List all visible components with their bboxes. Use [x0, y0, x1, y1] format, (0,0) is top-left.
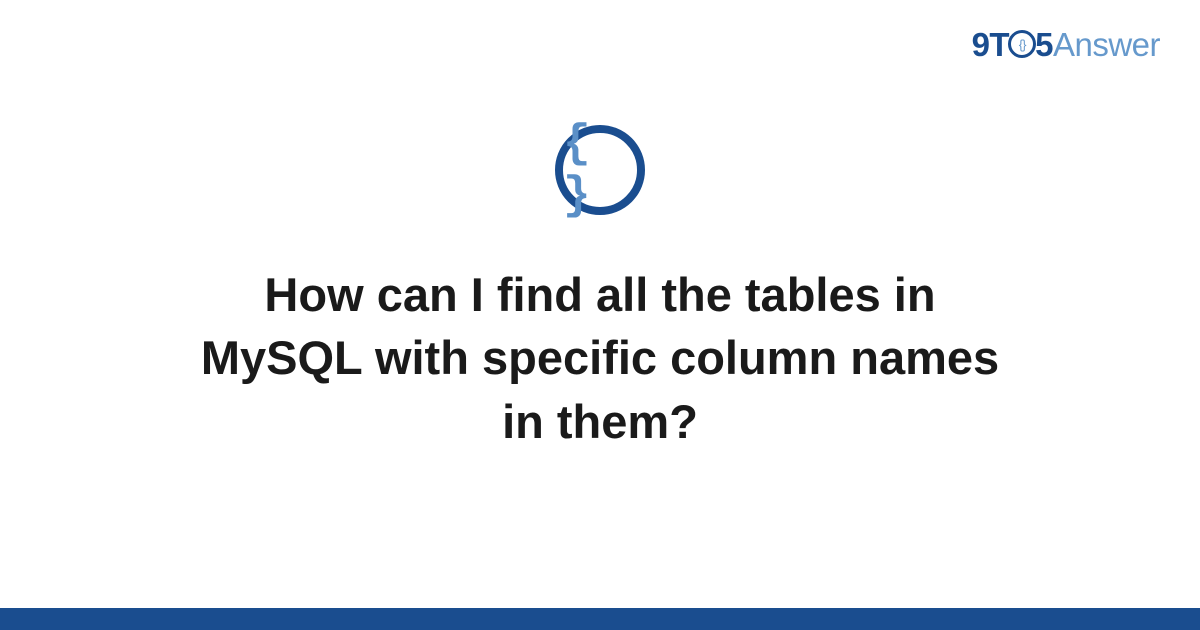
category-icon-circle: { } — [555, 125, 645, 215]
main-content: { } How can I find all the tables in MyS… — [0, 125, 1200, 453]
logo-text-5: 5 — [1035, 26, 1053, 63]
code-braces-icon: { } — [563, 118, 637, 222]
logo-text-answer: Answer — [1053, 26, 1160, 63]
question-title: How can I find all the tables in MySQL w… — [150, 263, 1050, 453]
logo-circle-braces: {} — [1019, 37, 1026, 52]
logo-circle: {} — [1008, 30, 1036, 58]
logo-text-9t: 9T — [972, 26, 1010, 63]
site-logo[interactable]: 9T {} 5Answer — [972, 26, 1160, 64]
footer-bar — [0, 608, 1200, 630]
